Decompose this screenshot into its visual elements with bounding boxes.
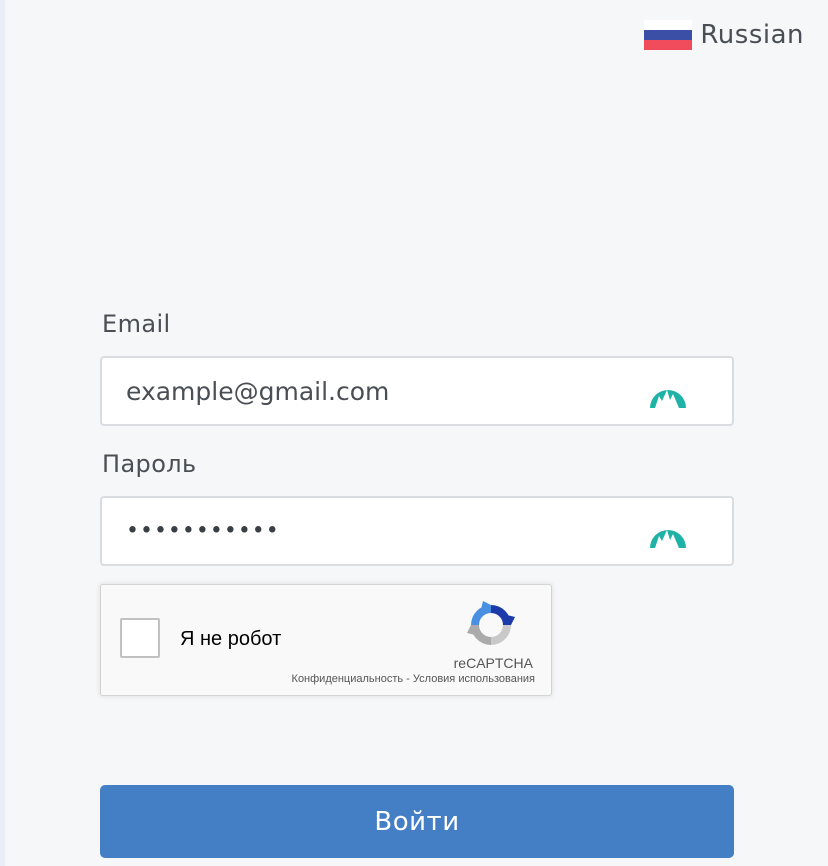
email-label: Email (102, 310, 171, 338)
left-edge-divider (0, 0, 5, 866)
password-field[interactable]: ••••••••••• (126, 519, 280, 544)
recaptcha-label: Я не робот (180, 628, 282, 650)
recaptcha-links: Конфиденциальность - Условия использован… (292, 673, 535, 685)
email-field-wrapper (100, 356, 734, 426)
password-block: Пароль ••••••••••• (100, 450, 734, 566)
recaptcha-logo-icon (467, 601, 515, 645)
nordpass-mountain-icon[interactable] (648, 514, 688, 550)
nordpass-mountain-icon[interactable] (648, 374, 688, 410)
login-page: Russian Email Пароль ••••••••••• Я не (0, 0, 828, 866)
password-field-wrapper[interactable]: ••••••••••• (100, 496, 734, 566)
recaptcha-brand: reCAPTCHA (453, 655, 533, 671)
russian-flag-icon (644, 20, 693, 50)
privacy-link[interactable]: Конфиденциальность (292, 673, 404, 685)
password-label: Пароль (102, 450, 197, 478)
login-button[interactable]: Войти (100, 785, 734, 858)
recaptcha-widget: Я не робот reCAPTCHA Конфиденциальность … (100, 584, 552, 696)
recaptcha-checkbox[interactable] (120, 618, 160, 658)
links-separator: - (403, 673, 413, 685)
email-field[interactable] (102, 358, 732, 424)
language-label: Russian (700, 20, 804, 50)
language-selector[interactable]: Russian (644, 20, 804, 50)
terms-link[interactable]: Условия использования (413, 673, 535, 685)
login-form: Email Пароль ••••••••••• Я не робот (100, 310, 734, 696)
email-block: Email (100, 310, 734, 426)
